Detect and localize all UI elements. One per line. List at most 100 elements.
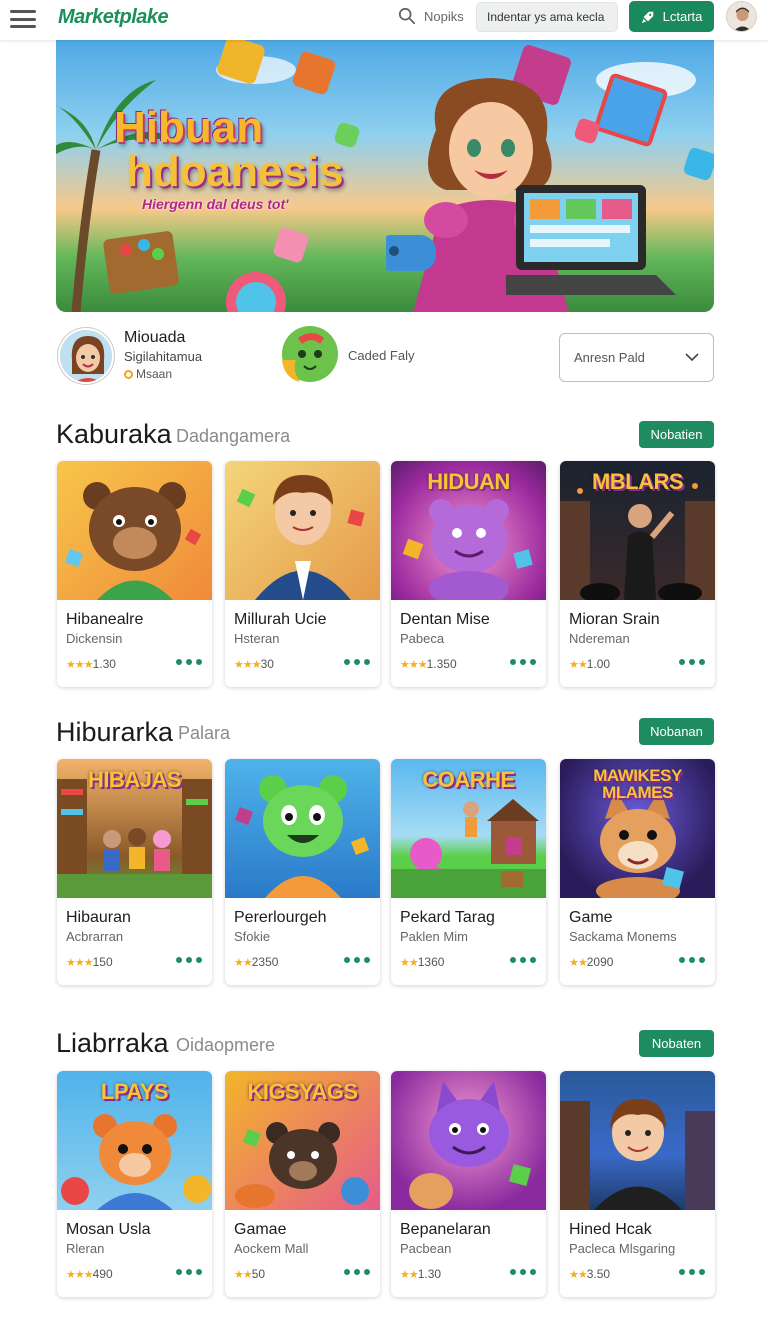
section-subtitle: Oidaopmere xyxy=(176,1035,276,1055)
section-subtitle: Dadangamera xyxy=(176,426,291,446)
more-options-icon[interactable] xyxy=(679,1269,705,1275)
avatar-face-icon xyxy=(727,2,756,31)
card-rating-value: 2350 xyxy=(251,955,279,969)
card-image-title: LPAYS xyxy=(100,1079,169,1104)
card-rating-value: 1.30 xyxy=(92,657,116,671)
star-rating-icon: ★★★ xyxy=(234,659,262,671)
card-subtitle: Paklen Mim xyxy=(400,929,468,944)
more-options-icon[interactable] xyxy=(176,659,202,665)
star-rating-icon: ★★★ xyxy=(66,957,94,969)
card-rating-value: 150 xyxy=(92,955,113,969)
top-navigation-bar: Marketplake Nopiks Lctarta xyxy=(0,0,768,40)
menu-icon[interactable] xyxy=(10,8,36,30)
star-rating-icon: ★★★ xyxy=(66,1269,94,1281)
card-rating-value: 1.350 xyxy=(426,657,457,671)
sort-dropdown-value: Anresn Pald xyxy=(574,350,645,365)
section-button[interactable]: Nobaten xyxy=(639,1030,714,1057)
card-rating: ★★3.50 xyxy=(569,1267,610,1281)
brand-logo[interactable]: Marketplake xyxy=(58,6,169,29)
star-rating-icon: ★★ xyxy=(569,659,588,671)
hero-banner[interactable]: Hibuan hdoanesis Hiergenn dal deus tot' xyxy=(56,40,714,312)
card-subtitle: Hsteran xyxy=(234,631,280,646)
section-button[interactable]: Nobanan xyxy=(639,718,714,745)
more-options-icon[interactable] xyxy=(510,659,536,665)
more-options-icon[interactable] xyxy=(176,1269,202,1275)
green-creature-illustration xyxy=(235,775,369,898)
card-image-title: MAWIKESY MLAMES xyxy=(593,766,682,802)
game-card[interactable]: Hined Hcak Pacleca Mlsgaring ★★3.50 xyxy=(560,1071,715,1297)
card-rating-value: 3.50 xyxy=(586,1267,611,1281)
game-card[interactable]: KIGSYAGS Gamae Aockem Mall ★★50 xyxy=(225,1071,380,1297)
game-card[interactable]: MAWIKESY MLAMES Game Sackama Monems ★★20… xyxy=(560,759,715,985)
section-title: Hiburarka xyxy=(56,717,174,747)
more-options-icon[interactable] xyxy=(510,1269,536,1275)
card-title: Gamae xyxy=(234,1221,287,1238)
card-subtitle: Pabeca xyxy=(400,631,445,646)
more-options-icon[interactable] xyxy=(679,957,705,963)
more-options-icon[interactable] xyxy=(344,659,370,665)
card-subtitle: Acbrarran xyxy=(66,929,124,944)
game-card[interactable]: Bepanelaran Pacbean ★★1.30 xyxy=(391,1071,546,1297)
card-rating: ★★1360 xyxy=(400,955,444,969)
search-input[interactable] xyxy=(476,2,618,32)
game-card[interactable]: HIBAJAS Hibauran Acbrarran ★★★150 xyxy=(57,759,212,985)
card-subtitle: Sackama Monems xyxy=(569,929,677,944)
featured-name[interactable]: Miouada xyxy=(124,329,185,347)
more-options-icon[interactable] xyxy=(344,1269,370,1275)
game-card[interactable]: Millurah Ucie Hsteran ★★★30 xyxy=(225,461,380,687)
hero-title-line2: hdoanesis xyxy=(126,147,344,196)
game-card[interactable]: HIDUAN Dentan Mise Pabeca ★★★1.350 xyxy=(391,461,546,687)
card-title: Hined Hcak xyxy=(569,1221,652,1238)
card-title: Mosan Usla xyxy=(66,1221,151,1238)
section-title: Liabrraka xyxy=(56,1028,169,1058)
card-title: Pekard Tarag xyxy=(400,909,495,926)
card-rating: ★★1.30 xyxy=(400,1267,441,1281)
card-image-title: HIBAJAS xyxy=(87,767,182,792)
card-title: Pererlourgeh xyxy=(234,909,327,926)
card-rating: ★★★1.350 xyxy=(400,657,457,671)
featured-logo[interactable] xyxy=(278,324,340,384)
card-subtitle: Pacbean xyxy=(400,1241,452,1256)
featured-avatar[interactable] xyxy=(58,328,114,384)
card-image-title: KIGSYAGS xyxy=(247,1079,358,1104)
user-avatar[interactable] xyxy=(726,1,757,32)
game-card[interactable]: LPAYS Mosan Usla Rleran ★★★490 xyxy=(57,1071,212,1297)
card-title: Hibanealre xyxy=(66,611,144,628)
card-thumbnail xyxy=(391,1071,546,1210)
card-title: Dentan Mise xyxy=(400,611,490,628)
search-label[interactable]: Nopiks xyxy=(424,9,464,24)
game-card[interactable]: MBLARS Mioran Srain Ndereman ★★1.00 xyxy=(560,461,715,687)
featured-subtitle: Sigilahitamua xyxy=(124,349,203,364)
card-title: Millurah Ucie xyxy=(234,611,327,628)
card-thumbnail xyxy=(225,759,380,898)
card-rating-value: 1360 xyxy=(417,955,445,969)
card-rating: ★★★150 xyxy=(66,955,113,969)
game-card[interactable]: COARHE Pekard Tarag Paklen Mim ★★1360 xyxy=(391,759,546,985)
card-rating: ★★★1.30 xyxy=(66,657,116,671)
card-thumbnail xyxy=(225,461,380,600)
more-options-icon[interactable] xyxy=(176,957,202,963)
card-subtitle: Pacleca Mlsgaring xyxy=(569,1241,676,1256)
sort-dropdown[interactable]: Anresn Pald xyxy=(559,333,714,382)
featured-logo-label: Caded Faly xyxy=(348,348,415,363)
card-subtitle: Sfokie xyxy=(234,929,271,944)
cta-button[interactable]: Lctarta xyxy=(629,1,714,32)
game-card[interactable]: Pererlourgeh Sfokie ★★2350 xyxy=(225,759,380,985)
more-options-icon[interactable] xyxy=(510,957,536,963)
badge-ring-icon xyxy=(124,370,133,379)
card-rating: ★★★490 xyxy=(66,1267,113,1281)
more-options-icon[interactable] xyxy=(679,659,705,665)
card-subtitle: Ndereman xyxy=(569,631,630,646)
card-rating: ★★1.00 xyxy=(569,657,610,671)
hero-title-line1: Hibuan xyxy=(114,103,264,152)
section-button[interactable]: Nobatien xyxy=(639,421,714,448)
star-rating-icon: ★★★ xyxy=(66,659,94,671)
hero-subtitle: Hiergenn dal deus tot' xyxy=(142,196,289,212)
more-options-icon[interactable] xyxy=(344,957,370,963)
featured-badge: Msaan xyxy=(124,367,172,381)
search-icon[interactable] xyxy=(398,7,416,25)
card-rating: ★★2090 xyxy=(569,955,613,969)
star-rating-icon: ★★ xyxy=(234,957,253,969)
game-card[interactable]: Hibanealre Dickensin ★★★1.30 xyxy=(57,461,212,687)
purple-cat-illustration xyxy=(409,1081,532,1209)
